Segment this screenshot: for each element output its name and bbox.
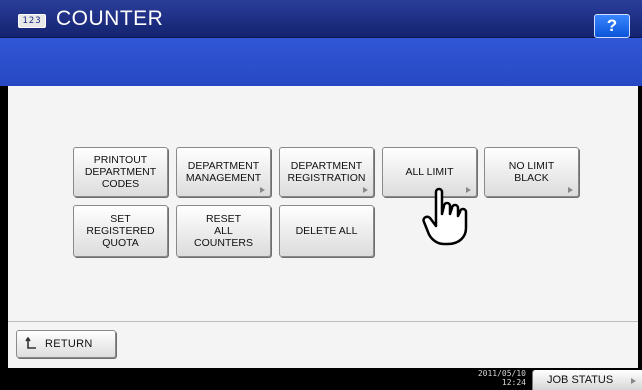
- job-status-button[interactable]: JOB STATUS: [532, 370, 642, 390]
- delete-all-button[interactable]: DELETE ALL: [279, 205, 374, 257]
- no-limit-black-button[interactable]: NO LIMIT BLACK: [484, 147, 579, 197]
- department-registration-label: DEPARTMENT REGISTRATION: [287, 160, 366, 184]
- counter-app-icon: 123: [18, 14, 46, 28]
- all-limit-label: ALL LIMIT: [405, 166, 454, 178]
- printout-department-codes-button[interactable]: PRINTOUT DEPARTMENT CODES: [73, 147, 168, 197]
- no-limit-black-label: NO LIMIT BLACK: [508, 160, 555, 184]
- title-bar: 123 COUNTER ?: [0, 0, 642, 38]
- delete-all-label: DELETE ALL: [295, 225, 358, 237]
- set-registered-quota-label: SET REGISTERED QUOTA: [86, 213, 155, 249]
- department-management-button[interactable]: DEPARTMENT MANAGEMENT: [176, 147, 271, 197]
- job-status-label: JOB STATUS: [547, 374, 614, 386]
- return-label: RETURN: [45, 338, 93, 350]
- divider: [8, 321, 638, 322]
- hand-pointer-icon: [422, 187, 468, 246]
- reset-all-counters-button[interactable]: RESET ALL COUNTERS: [176, 205, 271, 257]
- submenu-arrow-icon: [568, 187, 573, 193]
- time-text: 12:24: [501, 378, 526, 387]
- submenu-arrow-icon: [363, 187, 368, 193]
- return-button[interactable]: RETURN: [16, 330, 116, 358]
- reset-all-counters-label: RESET ALL COUNTERS: [194, 213, 253, 249]
- return-arrow-icon: [17, 336, 45, 352]
- date-text: 2011/05/10: [477, 369, 526, 378]
- page-title: COUNTER: [56, 7, 164, 30]
- sub-header-bar: [0, 38, 642, 86]
- set-registered-quota-button[interactable]: SET REGISTERED QUOTA: [73, 205, 168, 257]
- submenu-arrow-icon: [260, 187, 265, 193]
- department-registration-button[interactable]: DEPARTMENT REGISTRATION: [279, 147, 374, 197]
- printout-department-codes-label: PRINTOUT DEPARTMENT CODES: [84, 154, 157, 190]
- datetime-display: 2011/05/10 12:24: [468, 369, 526, 387]
- job-status-arrow-icon: [631, 378, 636, 384]
- department-management-label: DEPARTMENT MANAGEMENT: [185, 160, 262, 184]
- help-button[interactable]: ?: [594, 14, 630, 38]
